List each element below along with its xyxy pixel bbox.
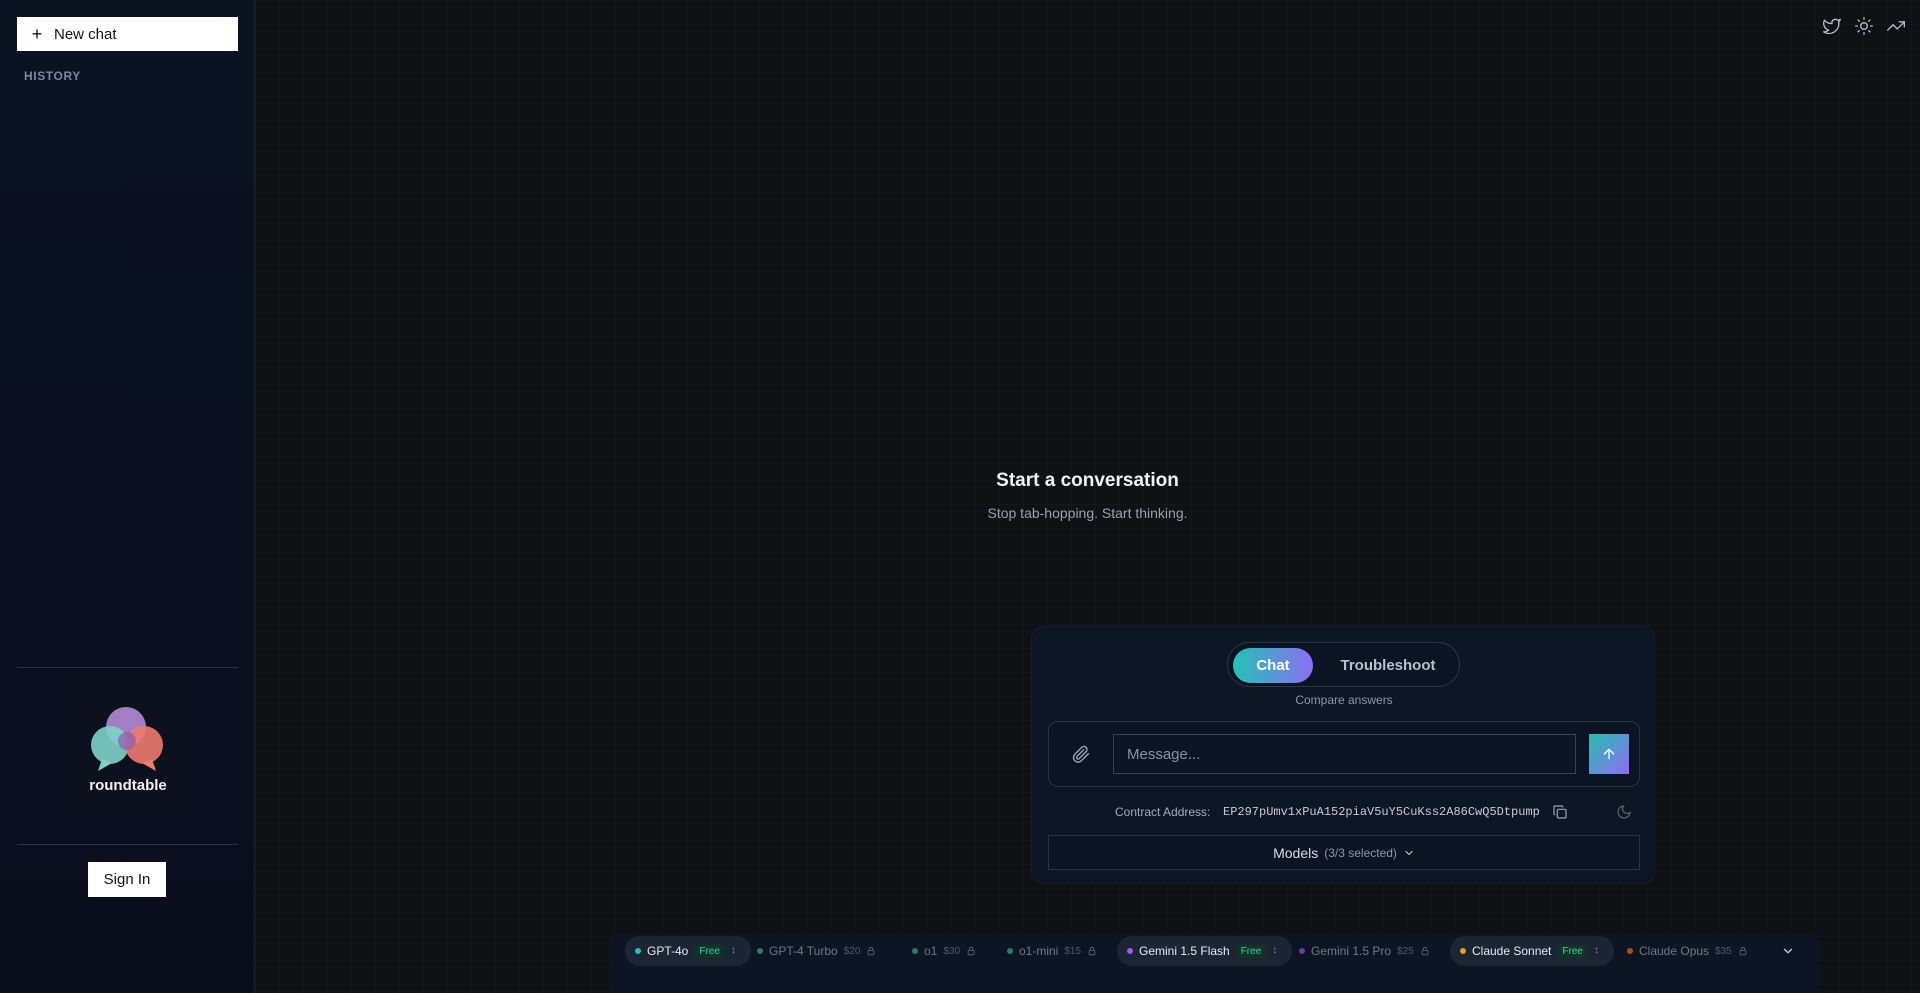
model-name: GPT-4 Turbo xyxy=(769,944,838,958)
models-label: Models xyxy=(1273,844,1319,861)
new-chat-button[interactable]: + New chat xyxy=(17,17,238,51)
model-name: Gemini 1.5 Pro xyxy=(1311,944,1392,958)
price-label: $30 xyxy=(943,945,961,957)
trending-icon[interactable] xyxy=(1886,16,1906,36)
roundtable-logo-icon xyxy=(91,706,163,771)
contract-row: Contract Address: EP297pUmv1xPuA152piaV5… xyxy=(1032,802,1656,822)
model-chip-gpt-4-turbo[interactable]: GPT-4 Turbo $20 xyxy=(747,936,886,966)
free-badge: Free xyxy=(1557,944,1588,958)
model-chip-claude-opus[interactable]: Claude Opus $35 xyxy=(1617,936,1758,966)
model-color-dot xyxy=(1460,948,1466,954)
models-dropdown[interactable]: Models (3/3 selected) xyxy=(1048,835,1640,870)
paperclip-icon[interactable] xyxy=(1071,744,1091,764)
drag-handle-icon: ↕ xyxy=(1272,945,1278,956)
plus-icon: + xyxy=(31,24,43,44)
model-chip-gemini-1-5-flash[interactable]: Gemini 1.5 Flash Free ↕ xyxy=(1117,936,1293,966)
hero-subtitle: Stop tab-hopping. Start thinking. xyxy=(987,505,1188,521)
sign-in-button[interactable]: Sign In xyxy=(88,862,166,897)
mode-chat-button[interactable]: Chat xyxy=(1233,648,1313,683)
chevron-down-icon[interactable] xyxy=(1781,944,1795,958)
model-chip-gpt-4o[interactable]: GPT-4o Free ↕ xyxy=(625,936,751,966)
contract-label: Contract Address: xyxy=(1115,805,1211,819)
composer-card: Chat Troubleshoot Compare answers Contra… xyxy=(1031,626,1655,884)
model-name: o1 xyxy=(924,944,938,958)
price-label: $25 xyxy=(1397,945,1414,957)
free-badge: Free xyxy=(1235,944,1267,958)
model-name: GPT-4o xyxy=(647,944,689,958)
price-label: $15 xyxy=(1064,945,1082,957)
history-heading: HISTORY xyxy=(24,69,81,83)
model-chip-claude-sonnet[interactable]: Claude Sonnet Free ↕ xyxy=(1450,936,1614,966)
model-name: o1-mini xyxy=(1019,944,1059,958)
drag-handle-icon: ↕ xyxy=(730,945,736,956)
lock-icon xyxy=(966,946,976,956)
message-input-row xyxy=(1048,721,1640,787)
model-name: Gemini 1.5 Flash xyxy=(1139,944,1230,958)
model-color-dot xyxy=(1127,948,1133,954)
model-color-dot xyxy=(1299,948,1305,954)
header-icons xyxy=(1822,16,1906,36)
chevron-down-icon xyxy=(1405,850,1413,855)
new-chat-label: New chat xyxy=(54,25,117,43)
mode-toggle: Chat Troubleshoot xyxy=(1227,642,1460,687)
model-name: Claude Sonnet xyxy=(1472,944,1552,958)
model-color-dot xyxy=(757,948,763,954)
drag-handle-icon: ↕ xyxy=(1593,945,1599,956)
lock-icon xyxy=(1420,946,1430,956)
lock-icon xyxy=(1738,946,1748,956)
copy-icon[interactable] xyxy=(1552,804,1568,820)
model-color-dot xyxy=(912,948,918,954)
model-chip-o1[interactable]: o1 $30 xyxy=(902,936,986,966)
mode-troubleshoot-button[interactable]: Troubleshoot xyxy=(1328,648,1448,683)
model-chip-gemini-1-5-pro[interactable]: Gemini 1.5 Pro $25 xyxy=(1289,936,1440,966)
model-selector-strip: GPT-4o Free ↕ GPT-4 Turbo $20 o1 $30 o1-mini… xyxy=(609,933,1820,993)
models-count: (3/3 selected) xyxy=(1324,845,1397,860)
lock-icon xyxy=(1087,946,1097,956)
twitter-icon[interactable] xyxy=(1822,16,1842,36)
lock-icon xyxy=(866,946,876,956)
sidebar-divider xyxy=(17,844,238,845)
moon-icon[interactable] xyxy=(1616,804,1632,820)
price-label: $35 xyxy=(1715,945,1732,957)
free-badge: Free xyxy=(694,944,725,958)
model-chip-o1-mini[interactable]: o1-mini $15 xyxy=(997,936,1107,966)
hero-title: Start a conversation xyxy=(996,470,1179,491)
model-color-dot xyxy=(635,948,641,954)
sidebar: + New chat HISTORY roundtable Sign In xyxy=(0,0,255,993)
model-name: Claude Opus xyxy=(1639,944,1710,958)
compare-answers-label: Compare answers xyxy=(1295,693,1393,707)
roundtable-logo: roundtable xyxy=(64,685,192,811)
logo-text: roundtable xyxy=(89,776,167,794)
sidebar-divider xyxy=(17,667,238,668)
price-label: $20 xyxy=(843,945,861,957)
message-input[interactable] xyxy=(1113,734,1576,774)
send-button[interactable] xyxy=(1589,734,1629,774)
arrow-up-icon xyxy=(1603,748,1615,760)
sun-icon[interactable] xyxy=(1854,16,1874,36)
main-area: Start a conversation Stop tab-hopping. S… xyxy=(255,0,1920,993)
model-color-dot xyxy=(1627,948,1633,954)
contract-address: EP297pUmv1xPuA152piaV5uY5CuKss2A86CwQ5Dt… xyxy=(1223,805,1540,819)
model-color-dot xyxy=(1007,948,1013,954)
